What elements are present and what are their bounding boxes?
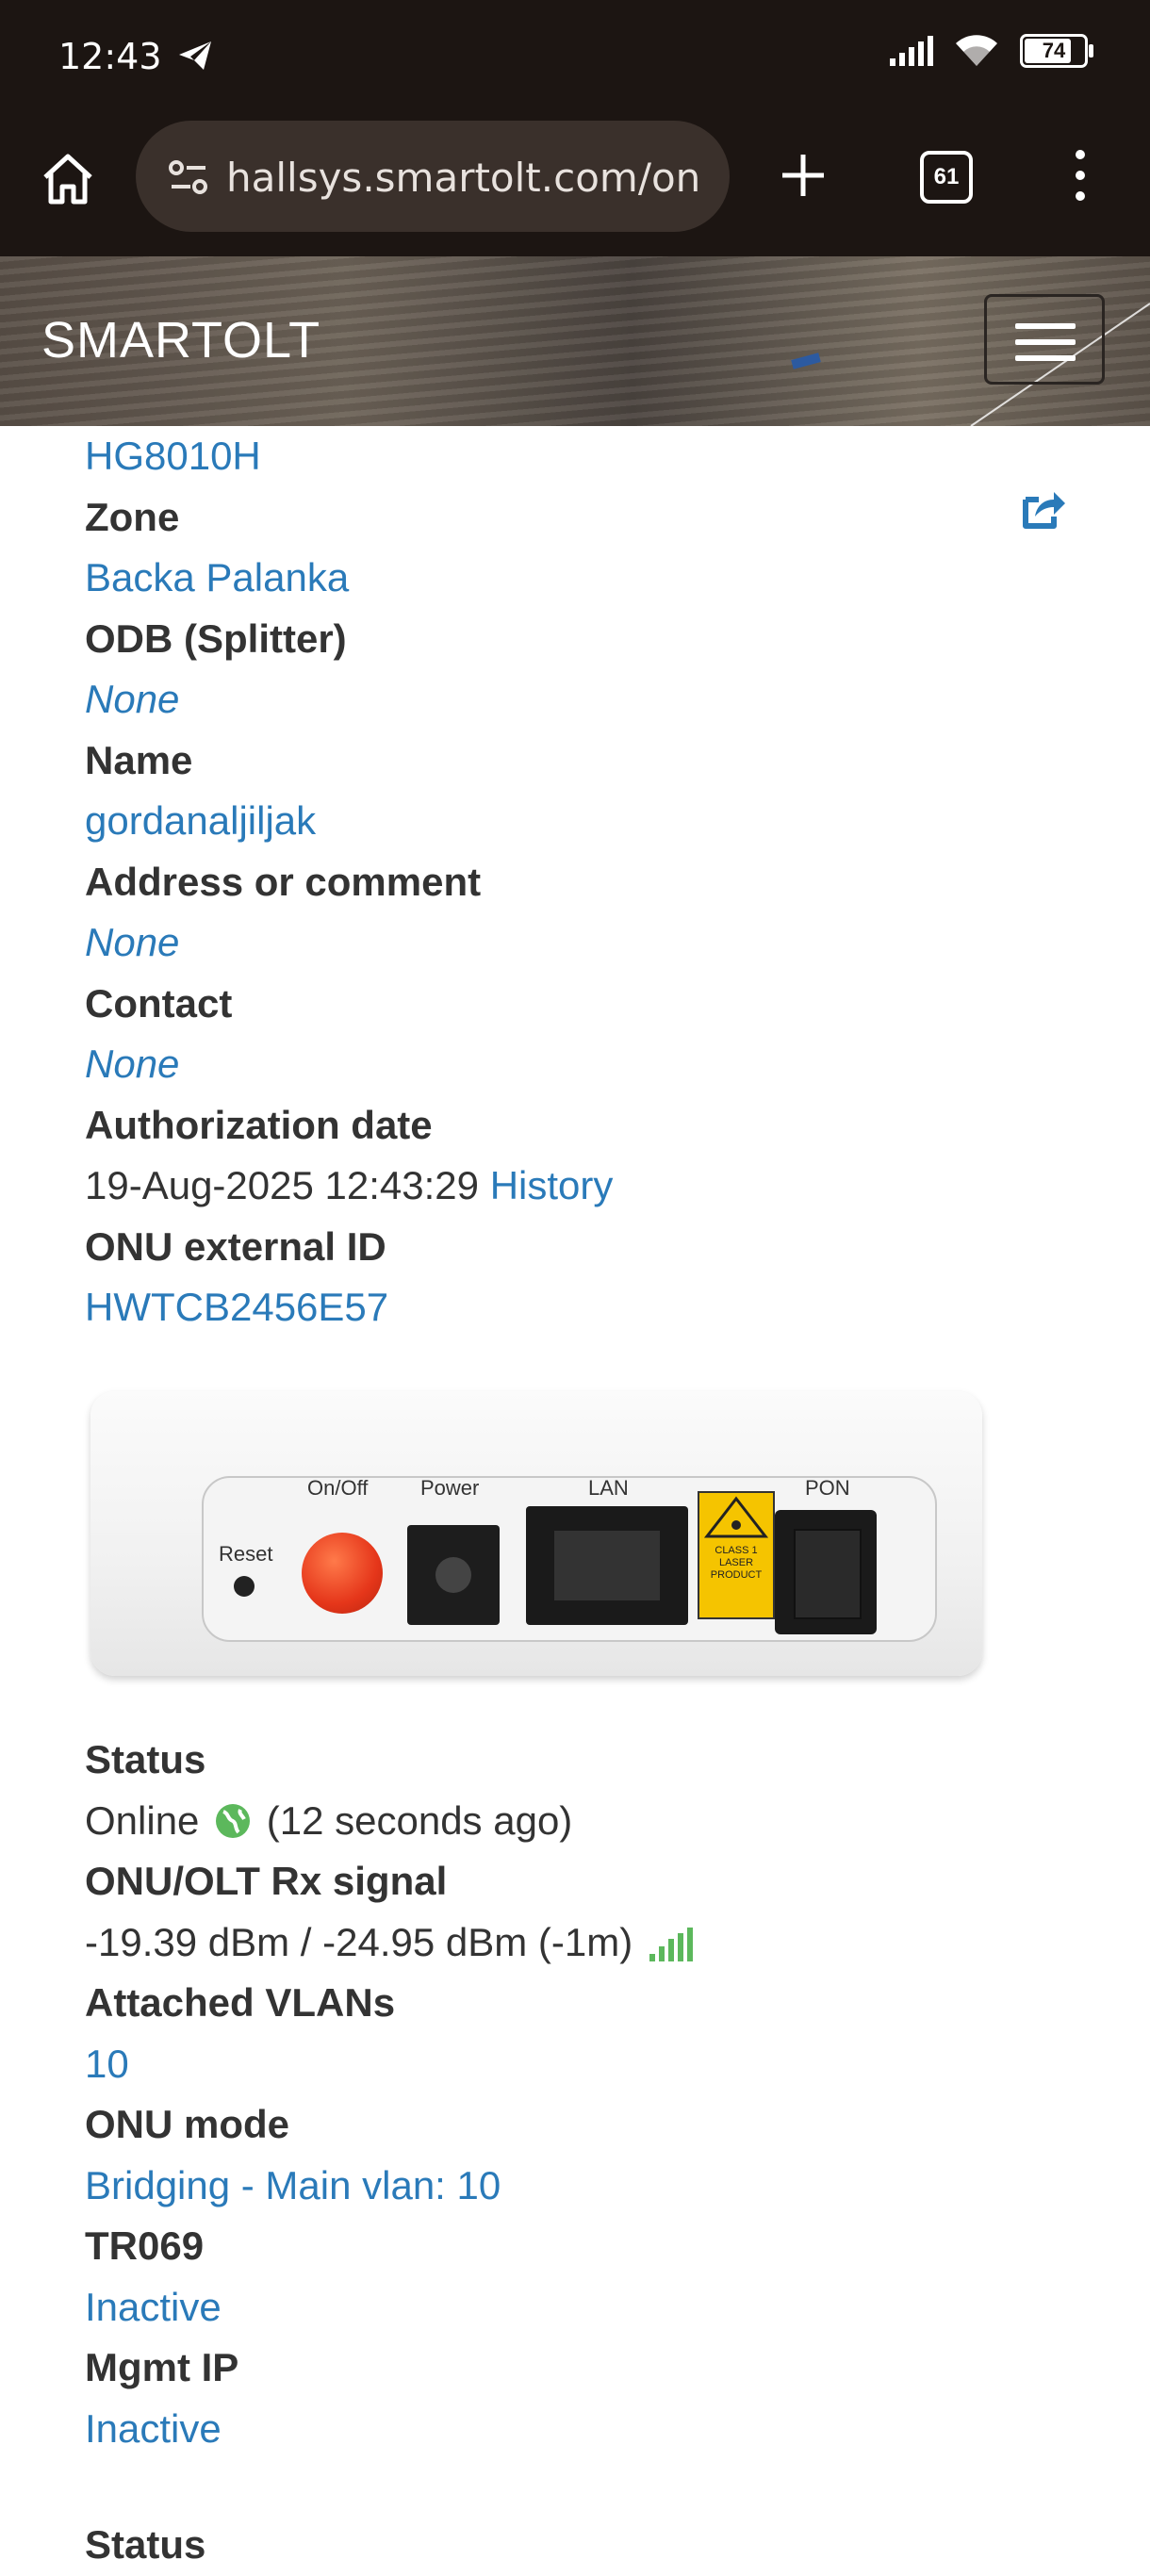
onoff-label: On/Off xyxy=(307,1476,369,1500)
vlans-label: Attached VLANs xyxy=(85,1980,396,2025)
lan-port xyxy=(526,1506,688,1625)
laser-warning-icon xyxy=(703,1496,769,1538)
status-time: 12:43 xyxy=(58,36,162,77)
next-section-heading: Status xyxy=(85,2522,206,2567)
address-value[interactable]: None xyxy=(85,912,1065,974)
contact-label: Contact xyxy=(85,980,233,1025)
authorization-date-label: Authorization date xyxy=(85,1102,433,1147)
site-settings-icon[interactable] xyxy=(168,158,209,196)
pon-port xyxy=(775,1510,877,1634)
signal-row: -19.39 dBm / -24.95 dBm (-1m) xyxy=(85,1912,1065,1974)
laser-warning-sticker: CLASS 1 LASER PRODUCT xyxy=(698,1491,775,1619)
home-icon[interactable] xyxy=(38,149,98,209)
new-tab-icon[interactable] xyxy=(773,145,833,205)
cell-signal-icon xyxy=(890,36,933,66)
pon-label: PON xyxy=(805,1476,850,1500)
onu-device-image: Reset On/Off Power LAN CLASS 1 LASER PRO… xyxy=(90,1391,982,1676)
external-id-label: ONU external ID xyxy=(85,1223,386,1269)
status-bar: 12:43 74 xyxy=(0,0,1150,115)
status-ago: (12 seconds ago) xyxy=(266,1797,573,1843)
telegram-send-icon xyxy=(179,41,211,70)
brand-logo[interactable]: SMARTOLT xyxy=(41,311,320,369)
contact-value[interactable]: None xyxy=(85,1034,1065,1095)
mgmt-ip-label: Mgmt IP xyxy=(85,2345,239,2389)
authorization-date-row: 19-Aug-2025 12:43:29 History xyxy=(85,1156,1065,1217)
odb-label: ODB (Splitter) xyxy=(85,615,347,661)
mgmt-ip-value[interactable]: Inactive xyxy=(85,2399,1065,2460)
tr069-label: TR069 xyxy=(85,2223,205,2268)
status-value: Online xyxy=(85,1797,200,1843)
zone-value[interactable]: Backa Palanka xyxy=(85,548,1065,609)
onu-status: Status Online (12 seconds ago) ONU/OLT R… xyxy=(85,1730,1065,2459)
vlans-value[interactable]: 10 xyxy=(85,2034,1065,2095)
onu-details: HG8010H Zone Backa Palanka ODB (Splitter… xyxy=(85,426,1065,1338)
power-jack xyxy=(407,1525,500,1625)
more-options-icon[interactable] xyxy=(1069,147,1092,204)
status-row: Online (12 seconds ago) xyxy=(85,1791,1065,1852)
wifi-icon xyxy=(956,35,997,66)
battery-level: 74 xyxy=(1042,39,1066,62)
site-header: SMARTOLT xyxy=(0,256,1150,426)
battery-icon: 74 xyxy=(1020,34,1093,68)
globe-icon xyxy=(216,1803,251,1838)
signal-value: -19.39 dBm / -24.95 dBm (-1m) xyxy=(85,1919,633,1964)
signal-strength-icon xyxy=(649,1928,693,1962)
tab-switcher-button[interactable]: 61 xyxy=(920,151,973,204)
address-bar[interactable]: hallsys.smartolt.com/on xyxy=(136,121,730,232)
name-value[interactable]: gordanaljiljak xyxy=(85,791,1065,852)
odb-value[interactable]: None xyxy=(85,669,1065,730)
browser-toolbar: hallsys.smartolt.com/on 61 xyxy=(0,115,1150,256)
name-label: Name xyxy=(85,737,193,782)
power-switch xyxy=(302,1533,383,1614)
external-id-value[interactable]: HWTCB2456E57 xyxy=(85,1277,1065,1338)
onu-mode-label: ONU mode xyxy=(85,2102,290,2146)
reset-hole xyxy=(234,1576,255,1597)
laser-warning-text: CLASS 1 LASER PRODUCT xyxy=(710,1545,763,1581)
power-label: Power xyxy=(420,1476,480,1500)
url-text[interactable]: hallsys.smartolt.com/on xyxy=(226,155,700,201)
history-link[interactable]: History xyxy=(490,1163,614,1207)
tr069-value[interactable]: Inactive xyxy=(85,2277,1065,2338)
lan-label: LAN xyxy=(588,1476,629,1500)
zone-label: Zone xyxy=(85,494,180,539)
onu-mode-value[interactable]: Bridging - Main vlan: 10 xyxy=(85,2156,1065,2217)
status-icons: 74 xyxy=(890,34,1093,68)
authorization-date-value: 19-Aug-2025 12:43:29 xyxy=(85,1163,480,1207)
nav-toggle-button[interactable] xyxy=(984,294,1105,385)
reset-label: Reset xyxy=(219,1542,273,1566)
signal-label: ONU/OLT Rx signal xyxy=(85,1859,448,1903)
status-label: Status xyxy=(85,1737,206,1781)
address-label: Address or comment xyxy=(85,859,482,904)
model-value[interactable]: HG8010H xyxy=(85,426,1065,487)
